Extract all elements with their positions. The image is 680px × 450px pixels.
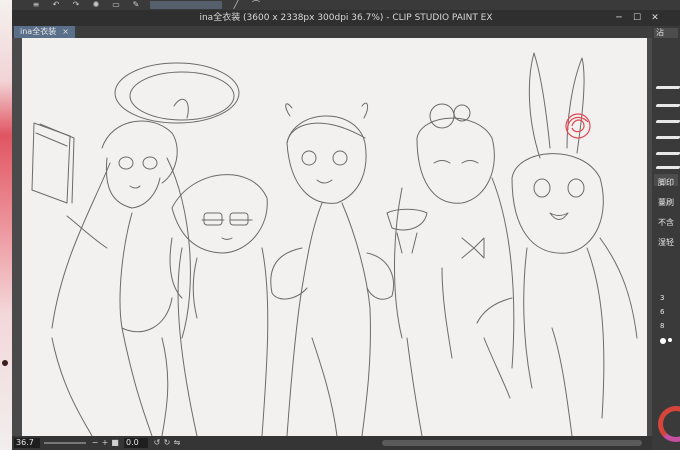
rotate-right-icon[interactable]: ↻ xyxy=(162,436,172,450)
brush-preview-5[interactable] xyxy=(655,152,680,155)
size-value-2: 6 xyxy=(660,308,665,316)
brush-preview-1[interactable] xyxy=(655,86,680,89)
drawing-canvas[interactable] xyxy=(22,38,647,438)
zoom-in-icon[interactable]: + xyxy=(100,436,110,450)
menu-icon[interactable]: ≡ xyxy=(30,1,42,9)
color-wheel[interactable] xyxy=(658,406,680,442)
brush-preview-3[interactable] xyxy=(655,120,680,123)
status-bar: 36.7 − + ■ 0.0 ↺ ↻ ⇋ xyxy=(12,436,652,450)
size-value-3: 8 xyxy=(660,322,665,330)
tab-label: ina全衣装 xyxy=(20,27,57,36)
brush-label-4[interactable]: 湿轻 xyxy=(658,238,680,248)
spinner-icon[interactable]: ✺ xyxy=(90,1,102,9)
undo-icon[interactable]: ↶ xyxy=(50,1,62,9)
angle-field[interactable]: 0.0 xyxy=(124,438,148,448)
curve-icon[interactable]: ⌒ xyxy=(250,1,262,9)
brush-panel: 沾 脚印 薹刷 不含 湿轻 3 6 8 xyxy=(652,26,680,450)
brush-preview-2[interactable] xyxy=(655,104,680,107)
brush-size-dot-2[interactable] xyxy=(668,338,672,342)
brush-label-1[interactable]: 脚印 xyxy=(658,178,680,188)
tab-document[interactable]: ina全衣装 × xyxy=(14,26,75,38)
horizontal-scrollbar[interactable] xyxy=(382,440,642,446)
close-tab-icon[interactable]: × xyxy=(62,27,69,36)
window-controls: ─ ☐ ✕ xyxy=(614,10,660,26)
brush-preview-4[interactable] xyxy=(655,136,680,139)
brush-preview-6[interactable] xyxy=(655,166,680,169)
brush-label-3[interactable]: 不含 xyxy=(658,218,680,228)
panel-tab[interactable]: 沾 xyxy=(654,28,678,38)
brush-label-2[interactable]: 薹刷 xyxy=(658,198,680,208)
ink-dot xyxy=(2,360,8,366)
pen-icon[interactable]: ✎ xyxy=(130,1,142,9)
redo-icon[interactable]: ↷ xyxy=(70,1,82,9)
canvas-area[interactable] xyxy=(12,38,652,438)
tool-selection[interactable] xyxy=(150,1,222,9)
flip-icon[interactable]: ⇋ xyxy=(172,436,182,450)
window-title: ina全衣装 (3600 x 2338px 300dpi 36.7%) - CL… xyxy=(199,13,493,23)
brush-size-dot-1[interactable] xyxy=(660,338,666,344)
fit-icon[interactable]: ■ xyxy=(110,436,120,450)
zoom-slider[interactable] xyxy=(44,442,86,444)
zoom-out-icon[interactable]: − xyxy=(90,436,100,450)
rotate-left-icon[interactable]: ↺ xyxy=(152,436,162,450)
minimize-icon[interactable]: ─ xyxy=(614,10,624,26)
zoom-field[interactable]: 36.7 xyxy=(14,438,40,448)
background-artwork-strip xyxy=(0,0,12,450)
document-tabbar: ina全衣装 × xyxy=(12,26,652,38)
title-bar: ina全衣装 (3600 x 2338px 300dpi 36.7%) - CL… xyxy=(12,10,680,26)
top-toolbar: ≡ ↶ ↷ ✺ ▭ ✎ ╱ ⌒ xyxy=(12,0,680,10)
close-icon[interactable]: ✕ xyxy=(650,10,660,26)
maximize-icon[interactable]: ☐ xyxy=(632,10,642,26)
sketch-artwork xyxy=(31,52,638,437)
line-icon[interactable]: ╱ xyxy=(230,1,242,9)
size-value-1: 3 xyxy=(660,294,665,302)
layer-icon[interactable]: ▭ xyxy=(110,1,122,9)
